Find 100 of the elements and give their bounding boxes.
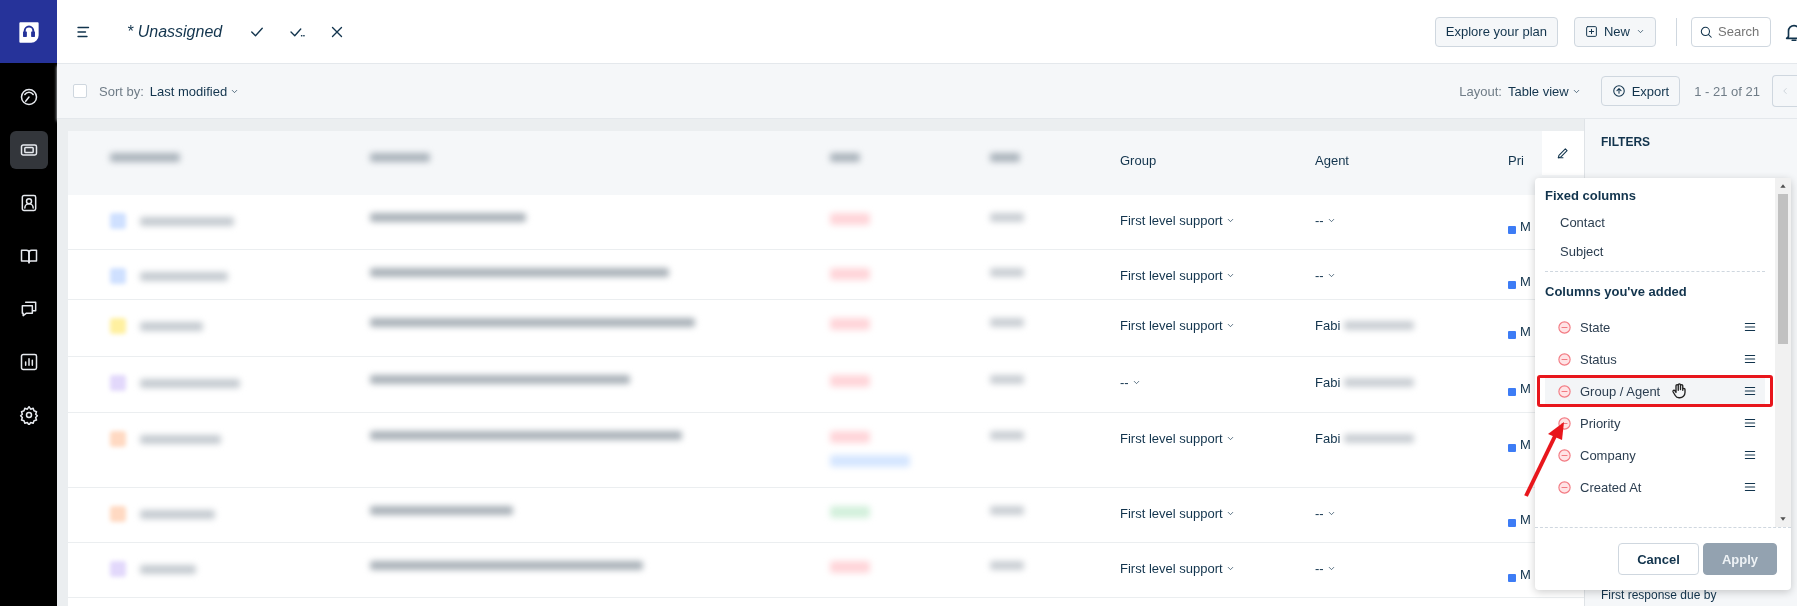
blurred-column-heading [370,153,430,162]
column-name: Group / Agent [1580,383,1661,399]
group-dropdown[interactable]: First level support [1120,431,1235,446]
sort-dropdown[interactable]: Last modified [149,83,240,99]
priority-text: M [1520,324,1531,339]
column-item[interactable]: Status [1545,343,1765,375]
filter-label: First response due by [1601,588,1718,602]
export-button[interactable]: Export [1600,76,1681,106]
select-all-checkbox[interactable] [73,84,87,98]
remove-icon[interactable] [1557,479,1572,495]
agent-dropdown[interactable]: Fabi [1315,375,1341,390]
search-field[interactable]: Search [1691,16,1771,47]
open-book-icon [18,246,39,266]
drag-handle-icon[interactable] [1743,320,1757,334]
column-heading: Group [1120,153,1157,168]
caret-icon [1225,434,1235,443]
caret-icon [1225,321,1235,330]
cancel-button[interactable]: Cancel [1618,543,1699,575]
group-dropdown[interactable]: First level support [1120,318,1235,333]
filters-title: FILTERS [1601,135,1652,149]
chevron-left-icon [1780,86,1790,96]
agent-dropdown[interactable]: -- [1315,213,1336,228]
column-item[interactable]: Created At [1545,471,1765,503]
blurred-tag [830,506,870,518]
agent-dropdown[interactable]: Fabi [1315,431,1341,446]
agent-dropdown[interactable]: -- [1315,506,1336,521]
column-item[interactable]: Company [1545,439,1765,471]
agent-dropdown[interactable]: Fabi [1315,318,1341,333]
scroll-down-icon [1779,515,1787,523]
blurred-text [990,375,1024,384]
section-heading: Fixed columns [1545,188,1638,203]
group-dropdown[interactable]: First level support [1120,213,1235,228]
agent-dropdown[interactable]: -- [1315,268,1336,283]
caret-icon [1326,216,1336,225]
blurred-tag [830,375,870,387]
layout-label: Layout: [1459,83,1502,99]
pencil-icon [1556,146,1570,160]
column-name: State [1580,319,1611,335]
column-name: Priority [1580,415,1621,431]
blurred-text [990,213,1024,222]
column-heading: Agent [1315,153,1349,168]
plus-square-icon [1585,25,1598,38]
caret-icon [1225,216,1235,225]
drag-handle-icon[interactable] [1743,416,1757,430]
drag-handle-icon[interactable] [1743,448,1757,462]
section-heading: Columns you've added [1545,284,1688,299]
remove-icon[interactable] [1557,447,1572,463]
remove-icon[interactable] [1557,351,1572,367]
caret-icon [1326,509,1336,518]
priority-marker [1508,387,1516,396]
drag-handle-icon[interactable] [1743,352,1757,366]
caret-icon [1131,378,1141,387]
drag-handle-icon[interactable] [1743,384,1757,398]
remove-icon[interactable] [1557,319,1572,335]
group-dropdown[interactable]: -- [1120,375,1141,390]
blurred-column-heading [990,153,1020,162]
settings-icon [18,405,39,425]
search-icon [1699,24,1713,39]
column-item[interactable]: Group / Agent [1545,378,1765,404]
column-name: Created At [1580,479,1642,495]
priority-marker [1508,225,1516,234]
explore-plan-button[interactable]: Explore your plan [1434,16,1558,47]
caret-icon [1326,564,1336,573]
sort-label: Sort by: [99,83,144,99]
blurred-text [990,561,1024,570]
blurred-avatar [110,561,126,577]
priority-marker [1508,518,1516,527]
upload-circle-icon [1611,84,1626,98]
dashboard-gauge-icon [18,87,39,107]
bar-chart-icon [18,352,39,372]
blurred-text [1344,434,1415,443]
layout-dropdown[interactable]: Table view [1507,83,1581,99]
priority-marker [1508,280,1516,289]
caret-icon [1636,27,1645,36]
scrollbar[interactable] [1775,178,1791,527]
column-item[interactable]: State [1545,311,1765,343]
blurred-text [990,318,1024,327]
agent-dropdown[interactable]: -- [1315,561,1336,576]
sidebar-item[interactable] [9,131,48,169]
pagination-count: 1 - 21 of 21 [1694,83,1760,99]
app-logo[interactable] [0,0,57,63]
group-dropdown[interactable]: First level support [1120,268,1235,283]
hand-cursor-icon [1670,382,1689,400]
blurred-avatar [110,375,126,391]
blurred-avatar [110,431,126,447]
blurred-text [1344,378,1415,387]
drag-handle-icon[interactable] [1743,480,1757,494]
priority-marker [1508,443,1516,452]
blurred-avatar [110,506,126,522]
group-dropdown[interactable]: First level support [1120,506,1235,521]
priority-marker [1508,573,1516,582]
blurred-column-heading [830,153,860,162]
blurred-avatar [110,268,126,284]
blurred-text [140,564,197,574]
group-dropdown[interactable]: First level support [1120,561,1235,576]
caret-icon [1225,509,1235,518]
scroll-up-icon [1779,182,1787,190]
new-button[interactable]: New [1574,16,1656,47]
view-title: * Unassigned [127,22,223,41]
column-heading: Pri [1508,153,1524,168]
